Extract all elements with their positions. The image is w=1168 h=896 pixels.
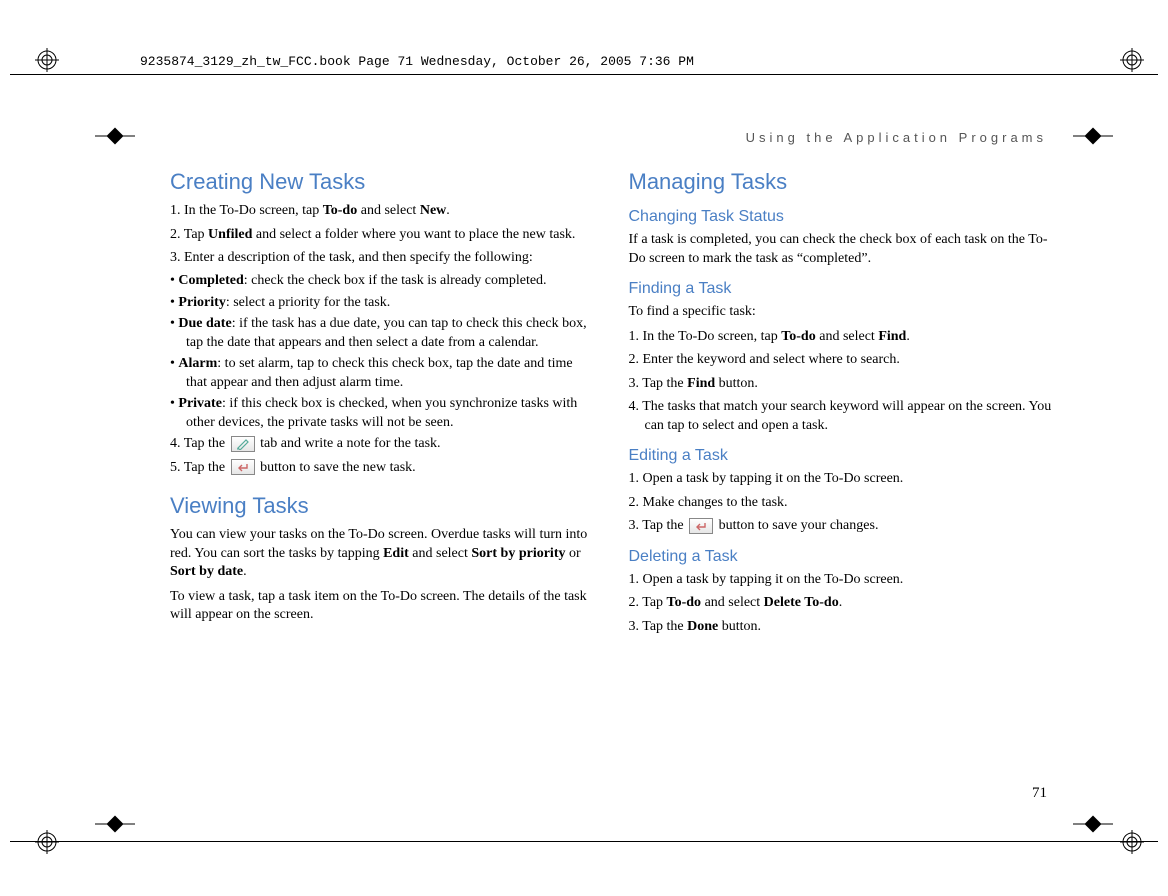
changing-status-p: If a task is completed, you can check th…	[629, 231, 1054, 268]
note-tab-icon	[231, 436, 255, 452]
step-3: 3. Enter a description of the task, and …	[170, 249, 595, 267]
subhead-finding: Finding a Task	[629, 278, 1054, 299]
heading-managing-tasks: Managing Tasks	[629, 167, 1054, 196]
subhead-editing: Editing a Task	[629, 445, 1054, 466]
find-step-3: 3. Tap the Find button.	[629, 375, 1054, 393]
right-column: Managing Tasks Changing Task Status If a…	[629, 167, 1054, 641]
edit-step-3: 3. Tap the button to save your changes.	[629, 517, 1054, 535]
bullet-completed: • Completed: check the check box if the …	[170, 272, 595, 290]
step-4: 4. Tap the tab and write a note for the …	[170, 435, 595, 453]
page-content: Using the Application Programs Creating …	[170, 130, 1053, 796]
find-step-2: 2. Enter the keyword and select where to…	[629, 351, 1054, 369]
find-step-1: 1. In the To-Do screen, tap To-do and se…	[629, 328, 1054, 346]
bullet-private: • Private: if this check box is checked,…	[170, 395, 595, 432]
bullet-due-date: • Due date: if the task has a due date, …	[170, 315, 595, 352]
footer-rule	[10, 841, 1158, 842]
running-header: Using the Application Programs	[170, 130, 1053, 145]
del-step-2: 2. Tap To-do and select Delete To-do.	[629, 594, 1054, 612]
edit-step-1: 1. Open a task by tapping it on the To-D…	[629, 470, 1054, 488]
registration-mark-icon	[1120, 48, 1144, 72]
left-column: Creating New Tasks 1. In the To-Do scree…	[170, 167, 595, 641]
step-2: 2. Tap Unfiled and select a folder where…	[170, 226, 595, 244]
edit-step-2: 2. Make changes to the task.	[629, 494, 1054, 512]
alignment-diamond-icon	[95, 124, 135, 148]
save-return-icon	[231, 459, 255, 475]
find-step-4: 4. The tasks that match your search keyw…	[629, 398, 1054, 435]
header-rule	[10, 74, 1158, 75]
registration-mark-icon	[1120, 830, 1144, 854]
book-header-meta: 9235874_3129_zh_tw_FCC.book Page 71 Wedn…	[140, 54, 694, 69]
save-return-icon	[689, 518, 713, 534]
step-5: 5. Tap the button to save the new task.	[170, 459, 595, 477]
viewing-p1: You can view your tasks on the To-Do scr…	[170, 526, 595, 581]
registration-mark-icon	[35, 830, 59, 854]
alignment-diamond-icon	[1073, 124, 1113, 148]
find-intro: To find a specific task:	[629, 303, 1054, 321]
del-step-3: 3. Tap the Done button.	[629, 618, 1054, 636]
page-number: 71	[1032, 785, 1047, 802]
viewing-p2: To view a task, tap a task item on the T…	[170, 588, 595, 625]
heading-creating-new-tasks: Creating New Tasks	[170, 167, 595, 196]
del-step-1: 1. Open a task by tapping it on the To-D…	[629, 571, 1054, 589]
subhead-changing-status: Changing Task Status	[629, 206, 1054, 227]
bullet-priority: • Priority: select a priority for the ta…	[170, 294, 595, 312]
step-1: 1. In the To-Do screen, tap To-do and se…	[170, 202, 595, 220]
alignment-diamond-icon	[95, 812, 135, 836]
heading-viewing-tasks: Viewing Tasks	[170, 491, 595, 520]
registration-mark-icon	[35, 48, 59, 72]
subhead-deleting: Deleting a Task	[629, 546, 1054, 567]
alignment-diamond-icon	[1073, 812, 1113, 836]
bullet-alarm: • Alarm: to set alarm, tap to check this…	[170, 355, 595, 392]
